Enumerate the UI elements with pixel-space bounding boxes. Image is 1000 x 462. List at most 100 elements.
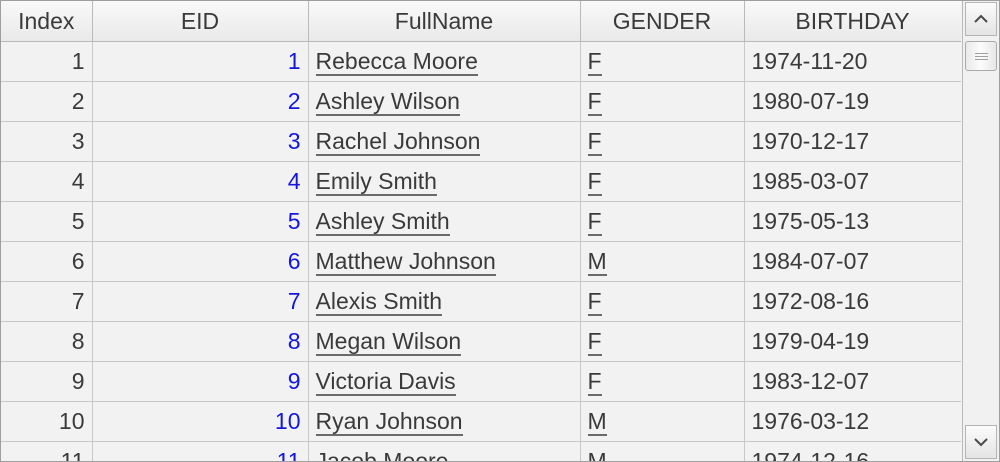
fullname-cell: Jacob Moore xyxy=(308,441,581,462)
index-cell: 6 xyxy=(1,241,93,282)
vertical-scrollbar[interactable] xyxy=(962,1,999,461)
scroll-down-button[interactable] xyxy=(965,425,997,459)
gender-cell: F xyxy=(580,281,745,322)
scrollbar-thumb[interactable] xyxy=(965,41,997,71)
gender-cell: M xyxy=(580,441,745,462)
gender-cell: M xyxy=(580,401,745,442)
gender-cell: F xyxy=(580,121,745,162)
fullname-link[interactable]: Rachel Johnson xyxy=(315,128,481,156)
fullname-cell: Matthew Johnson xyxy=(308,241,581,282)
employee-table: Index EID FullName GENDER BIRTHDAY 1 1 R… xyxy=(1,1,961,461)
fullname-link[interactable]: Alexis Smith xyxy=(315,288,443,316)
birthday-cell: 1985-03-07 xyxy=(744,161,961,202)
header-row: Index EID FullName GENDER BIRTHDAY xyxy=(1,1,961,42)
eid-cell[interactable]: 7 xyxy=(92,281,309,322)
eid-cell[interactable]: 11 xyxy=(92,441,309,461)
table-row[interactable]: 11 11 Jacob Moore M 1974-12-16 xyxy=(1,441,961,462)
column-header-fullname[interactable]: FullName xyxy=(308,1,581,42)
fullname-cell: Ashley Smith xyxy=(308,201,581,242)
gender-cell: F xyxy=(580,81,745,122)
fullname-cell: Ryan Johnson xyxy=(308,401,581,442)
index-cell: 5 xyxy=(1,201,93,242)
thumb-grip-line xyxy=(975,59,988,60)
index-cell: 10 xyxy=(1,401,93,442)
fullname-cell: Victoria Davis xyxy=(308,361,581,402)
fullname-cell: Rachel Johnson xyxy=(308,121,581,162)
table-row[interactable]: 5 5 Ashley Smith F 1975-05-13 xyxy=(1,201,961,242)
fullname-link[interactable]: Jacob Moore xyxy=(316,448,449,462)
fullname-cell: Emily Smith xyxy=(308,161,581,202)
index-cell: 2 xyxy=(1,81,93,122)
gender-link[interactable]: F xyxy=(587,208,602,236)
eid-cell[interactable]: 6 xyxy=(92,241,309,282)
table-row[interactable]: 2 2 Ashley Wilson F 1980-07-19 xyxy=(1,81,961,122)
scroll-up-button[interactable] xyxy=(965,2,997,36)
chevron-down-icon xyxy=(974,438,988,447)
table-row[interactable]: 4 4 Emily Smith F 1985-03-07 xyxy=(1,161,961,202)
column-header-eid[interactable]: EID xyxy=(92,1,309,42)
fullname-link[interactable]: Rebecca Moore xyxy=(315,48,478,76)
gender-link[interactable]: F xyxy=(587,168,602,196)
thumb-grip-line xyxy=(975,56,988,57)
table-row[interactable]: 8 8 Megan Wilson F 1979-04-19 xyxy=(1,321,961,362)
gender-cell: F xyxy=(580,321,745,362)
eid-cell[interactable]: 1 xyxy=(92,41,309,82)
fullname-cell: Rebecca Moore xyxy=(308,41,581,82)
fullname-cell: Ashley Wilson xyxy=(308,81,581,122)
eid-cell[interactable]: 3 xyxy=(92,121,309,162)
gender-link[interactable]: F xyxy=(587,368,602,396)
eid-cell[interactable]: 10 xyxy=(92,401,309,442)
table-row[interactable]: 9 9 Victoria Davis F 1983-12-07 xyxy=(1,361,961,402)
data-grid: Index EID FullName GENDER BIRTHDAY 1 1 R… xyxy=(1,1,961,461)
fullname-link[interactable]: Victoria Davis xyxy=(315,368,456,396)
column-header-birthday[interactable]: BIRTHDAY xyxy=(744,1,961,42)
fullname-link[interactable]: Ashley Smith xyxy=(315,208,450,236)
table-row[interactable]: 7 7 Alexis Smith F 1972-08-16 xyxy=(1,281,961,322)
birthday-cell: 1975-05-13 xyxy=(744,201,961,242)
fullname-link[interactable]: Emily Smith xyxy=(315,168,437,196)
birthday-cell: 1970-12-17 xyxy=(744,121,961,162)
eid-cell[interactable]: 5 xyxy=(92,201,309,242)
fullname-link[interactable]: Ashley Wilson xyxy=(315,88,460,116)
table-row[interactable]: 3 3 Rachel Johnson F 1970-12-17 xyxy=(1,121,961,162)
table-row[interactable]: 10 10 Ryan Johnson M 1976-03-12 xyxy=(1,401,961,442)
fullname-link[interactable]: Megan Wilson xyxy=(315,328,462,356)
gender-link[interactable]: M xyxy=(587,408,607,436)
gender-link[interactable]: F xyxy=(587,328,602,356)
index-cell: 4 xyxy=(1,161,93,202)
gender-cell: F xyxy=(580,361,745,402)
index-cell: 8 xyxy=(1,321,93,362)
column-header-gender[interactable]: GENDER xyxy=(580,1,745,42)
column-header-index[interactable]: Index xyxy=(1,1,93,42)
birthday-cell: 1980-07-19 xyxy=(744,81,961,122)
birthday-cell: 1974-11-20 xyxy=(744,41,961,82)
eid-cell[interactable]: 4 xyxy=(92,161,309,202)
gender-cell: F xyxy=(580,41,745,82)
eid-cell[interactable]: 2 xyxy=(92,81,309,122)
fullname-link[interactable]: Ryan Johnson xyxy=(315,408,463,436)
index-cell: 7 xyxy=(1,281,93,322)
gender-cell: F xyxy=(580,201,745,242)
birthday-cell: 1979-04-19 xyxy=(744,321,961,362)
gender-link[interactable]: M xyxy=(588,448,607,462)
table-row[interactable]: 1 1 Rebecca Moore F 1974-11-20 xyxy=(1,41,961,82)
gender-cell: M xyxy=(580,241,745,282)
birthday-cell: 1976-03-12 xyxy=(744,401,961,442)
index-cell: 11 xyxy=(1,441,93,461)
gender-link[interactable]: F xyxy=(587,288,602,316)
gender-link[interactable]: F xyxy=(587,128,602,156)
table-row[interactable]: 6 6 Matthew Johnson M 1984-07-07 xyxy=(1,241,961,282)
birthday-cell: 1984-07-07 xyxy=(744,241,961,282)
table-view: Index EID FullName GENDER BIRTHDAY 1 1 R… xyxy=(0,0,1000,462)
gender-link[interactable]: F xyxy=(587,48,602,76)
eid-cell[interactable]: 9 xyxy=(92,361,309,402)
gender-link[interactable]: M xyxy=(587,248,607,276)
eid-cell[interactable]: 8 xyxy=(92,321,309,362)
fullname-cell: Megan Wilson xyxy=(308,321,581,362)
chevron-up-icon xyxy=(974,14,988,23)
index-cell: 1 xyxy=(1,41,93,82)
fullname-cell: Alexis Smith xyxy=(308,281,581,322)
birthday-cell: 1983-12-07 xyxy=(744,361,961,402)
gender-link[interactable]: F xyxy=(587,88,602,116)
fullname-link[interactable]: Matthew Johnson xyxy=(315,248,496,276)
